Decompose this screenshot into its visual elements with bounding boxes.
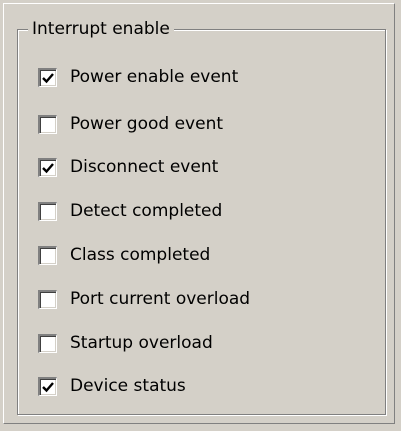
option-power-enable-event[interactable]: Power enable event (38, 66, 238, 88)
checkbox[interactable] (38, 67, 57, 87)
checkbox[interactable] (38, 333, 57, 353)
checkmark-icon (42, 381, 54, 392)
option-startup-overload[interactable]: Startup overload (38, 332, 213, 354)
checkmark-icon (42, 162, 54, 173)
option-port-current-overload[interactable]: Port current overload (38, 288, 250, 310)
option-detect-completed[interactable]: Detect completed (38, 200, 222, 222)
checkbox[interactable] (38, 201, 57, 221)
checkbox-label: Port current overload (70, 289, 251, 309)
option-class-completed[interactable]: Class completed (38, 244, 210, 266)
checkbox-label: Detect completed (70, 201, 223, 221)
checkbox-label: Class completed (70, 245, 211, 265)
checkbox-label: Power enable event (70, 67, 239, 87)
option-disconnect-event[interactable]: Disconnect event (38, 156, 218, 178)
checkbox-label: Device status (70, 376, 186, 396)
checkmark-icon (42, 72, 54, 83)
checkbox[interactable] (38, 157, 57, 177)
checkbox[interactable] (38, 289, 57, 309)
checkbox[interactable] (38, 114, 57, 134)
checkbox[interactable] (38, 376, 57, 396)
checkbox[interactable] (38, 245, 57, 265)
option-device-status[interactable]: Device status (38, 375, 186, 397)
checkbox-label: Disconnect event (70, 157, 219, 177)
checkbox-label: Startup overload (70, 333, 213, 353)
checkbox-label: Power good event (70, 114, 224, 134)
groupbox-title: Interrupt enable (28, 19, 174, 39)
option-power-good-event[interactable]: Power good event (38, 113, 223, 135)
